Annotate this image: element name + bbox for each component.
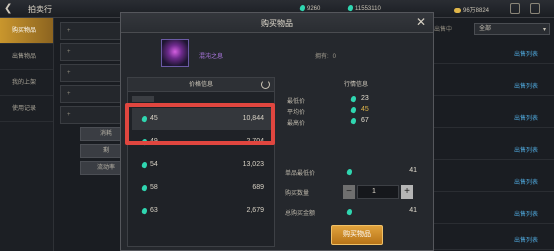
gem-icon bbox=[141, 184, 148, 192]
list-item: 出售列表 bbox=[430, 202, 554, 224]
filter-select[interactable]: 全部 ▾ bbox=[474, 23, 550, 35]
total-row: 总购买金额 41 bbox=[285, 207, 417, 217]
sale-list-link[interactable]: 出售列表 bbox=[514, 177, 538, 186]
price-info-panel: 价格信息 45 10,844 49 2,704 54 13,023 58 689… bbox=[127, 77, 275, 247]
gem-icon bbox=[299, 4, 306, 12]
tab-on-sale[interactable]: 出售中 bbox=[434, 24, 470, 36]
min-price-row: 最低价 23 bbox=[287, 95, 369, 105]
price-info-header: 价格信息 bbox=[128, 78, 274, 92]
price-row[interactable]: 54 13,023 bbox=[132, 154, 272, 176]
buy-item-dialog: 购买物品 ✕ 混沌之息 拥有: 0 价格信息 45 10,844 49 2,704… bbox=[120, 12, 434, 251]
unit-price-row: 单品最低价 41 bbox=[285, 167, 417, 177]
gem-icon bbox=[350, 117, 357, 125]
gem-icon bbox=[141, 138, 148, 146]
price-row[interactable]: 58 689 bbox=[132, 177, 272, 199]
sidebar-item-sell[interactable]: 出售物品 bbox=[0, 44, 53, 70]
sidebar-item-my-listings[interactable]: 我的上架 bbox=[0, 70, 53, 96]
back-arrow-icon[interactable]: ❮ bbox=[4, 3, 18, 15]
sale-list-link[interactable]: 出售列表 bbox=[514, 49, 538, 58]
currency-1: 9260 bbox=[299, 4, 320, 12]
owned-count: 拥有: 0 bbox=[315, 54, 337, 60]
item-name: 混沌之息 bbox=[199, 54, 224, 60]
max-price-row: 最高价 67 bbox=[287, 117, 369, 127]
gem-icon bbox=[350, 95, 357, 103]
buy-button[interactable]: 购买物品 bbox=[331, 225, 383, 245]
sale-list-link[interactable]: 出售列表 bbox=[514, 81, 538, 90]
list-item: 出售列表 bbox=[430, 170, 554, 192]
sale-list-link[interactable]: 出售列表 bbox=[514, 209, 538, 218]
list-item: 出售列表 bbox=[430, 228, 554, 250]
increment-button[interactable]: + bbox=[401, 185, 413, 199]
price-tab[interactable] bbox=[132, 96, 154, 102]
list-item: 出售列表 bbox=[430, 106, 554, 128]
dialog-header: 购买物品 ✕ bbox=[121, 13, 433, 33]
menu-icon[interactable] bbox=[530, 3, 540, 14]
currency-2: 11553110 bbox=[347, 4, 381, 12]
market-info-panel: 行情信息 最低价 23 平均价 45 最高价 67 bbox=[281, 77, 431, 137]
currency-3: 96万8824 bbox=[454, 5, 489, 14]
gem-icon bbox=[346, 168, 353, 176]
market-info-title: 行情信息 bbox=[343, 82, 368, 88]
item-icon bbox=[161, 39, 189, 67]
sidebar-item-buy[interactable]: 购买物品 bbox=[0, 18, 53, 44]
refresh-icon[interactable] bbox=[261, 80, 270, 89]
gem-icon bbox=[346, 208, 353, 216]
price-row[interactable]: 49 2,704 bbox=[132, 131, 272, 153]
gem-icon bbox=[141, 207, 148, 215]
coin-icon bbox=[454, 8, 461, 13]
decrement-button[interactable]: − bbox=[343, 185, 355, 199]
quantity-stepper: − 1 + bbox=[343, 185, 413, 199]
gem-icon bbox=[141, 161, 148, 169]
dialog-title: 购买物品 bbox=[261, 19, 293, 28]
price-list: 45 10,844 49 2,704 54 13,023 58 689 63 2… bbox=[132, 108, 272, 223]
avg-price-row: 平均价 45 bbox=[287, 106, 369, 116]
list-item: 出售列表 bbox=[430, 42, 554, 64]
sidebar-item-history[interactable]: 使用记录 bbox=[0, 96, 53, 122]
price-row[interactable]: 45 10,844 bbox=[132, 108, 272, 130]
mail-icon[interactable] bbox=[510, 3, 520, 14]
sale-list-link[interactable]: 出售列表 bbox=[514, 113, 538, 122]
sidebar: 购买物品 出售物品 我的上架 使用记录 bbox=[0, 18, 54, 251]
gem-icon bbox=[350, 106, 357, 114]
listing-panel: 出售中 全部 ▾ 出售列表 出售列表 出售列表 出售列表 出售列表 出售列表 出售… bbox=[430, 18, 554, 251]
list-item: 出售列表 bbox=[430, 74, 554, 96]
close-icon[interactable]: ✕ bbox=[415, 16, 427, 28]
sale-list-link[interactable]: 出售列表 bbox=[514, 235, 538, 244]
gem-icon bbox=[347, 4, 354, 12]
sale-list-link[interactable]: 出售列表 bbox=[514, 145, 538, 154]
gem-icon bbox=[141, 115, 148, 123]
page-title: 拍卖行 bbox=[28, 5, 52, 14]
list-item: 出售列表 bbox=[430, 138, 554, 160]
price-row[interactable]: 63 2,679 bbox=[132, 200, 272, 222]
quantity-row: 购买数量 − 1 + bbox=[281, 183, 431, 203]
chevron-down-icon: ▾ bbox=[542, 27, 546, 33]
quantity-input[interactable]: 1 bbox=[357, 185, 399, 199]
